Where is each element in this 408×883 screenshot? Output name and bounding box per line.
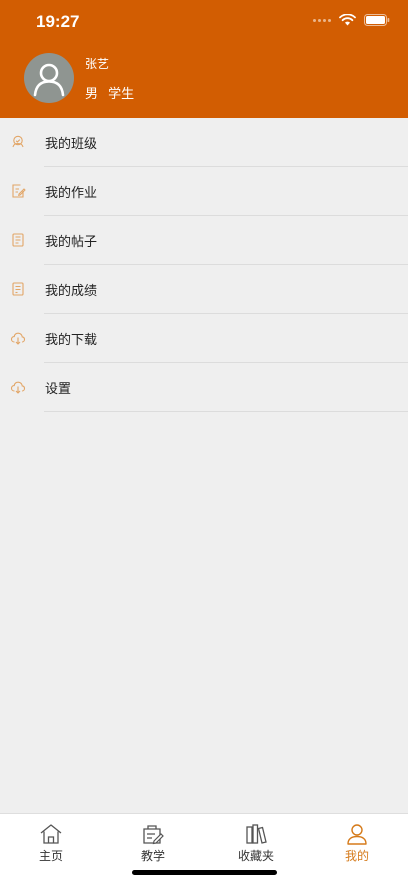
home-indicator[interactable] (132, 870, 277, 875)
divider (44, 411, 408, 412)
grades-icon (12, 282, 24, 296)
menu-item-label: 设置 (45, 382, 72, 397)
menu-item-my-homework[interactable]: 我的作业 (0, 167, 408, 216)
home-icon (40, 824, 62, 844)
tab-bar: 主页 教学 收藏夹 我的 (0, 813, 408, 883)
user-role: 学生 (108, 87, 135, 102)
tab-label: 教学 (140, 849, 165, 863)
download-icon (10, 332, 26, 345)
user-name: 张艺 (85, 57, 110, 71)
profile-header: 19:27 张艺 男 学生 (0, 0, 408, 118)
battery-icon (364, 14, 390, 26)
tab-label: 收藏夹 (237, 849, 274, 863)
menu-item-label: 我的帖子 (45, 235, 98, 250)
tab-favorites[interactable]: 收藏夹 (226, 823, 286, 865)
menu-item-my-downloads[interactable]: 我的下载 (0, 314, 408, 363)
posts-icon (12, 233, 24, 247)
class-icon (12, 135, 24, 148)
menu-item-label: 我的班级 (45, 137, 98, 152)
status-indicators (313, 14, 390, 26)
tab-teaching[interactable]: 教学 (123, 823, 183, 865)
profile-screen: 19:27 张艺 男 学生 我的班级 我的作业 我的帖子 我的成绩 我的下载 设… (0, 0, 408, 883)
favorites-icon (246, 824, 267, 844)
menu-item-label: 我的下载 (45, 333, 98, 348)
homework-icon (12, 184, 26, 198)
menu-item-my-posts[interactable]: 我的帖子 (0, 216, 408, 265)
cellular-signal-icon (313, 18, 331, 22)
menu-item-my-grades[interactable]: 我的成绩 (0, 265, 408, 314)
profile-menu: 我的班级 我的作业 我的帖子 我的成绩 我的下载 设置 (0, 118, 408, 412)
profile-icon (347, 824, 367, 845)
default-user-icon (33, 63, 65, 97)
settings-icon (10, 381, 26, 394)
user-gender: 男 (85, 87, 99, 102)
teaching-icon (143, 825, 164, 845)
menu-item-label: 我的成绩 (45, 284, 98, 299)
tab-profile[interactable]: 我的 (327, 823, 387, 865)
tab-label: 我的 (344, 849, 369, 863)
menu-item-my-class[interactable]: 我的班级 (0, 118, 408, 167)
tab-home[interactable]: 主页 (21, 823, 81, 865)
avatar[interactable] (24, 53, 74, 103)
wifi-icon (339, 14, 356, 26)
user-info: 男 学生 (85, 83, 134, 102)
menu-item-settings[interactable]: 设置 (0, 363, 408, 412)
status-time: 19:27 (36, 12, 80, 31)
menu-item-label: 我的作业 (45, 186, 98, 201)
tab-label: 主页 (38, 849, 63, 863)
